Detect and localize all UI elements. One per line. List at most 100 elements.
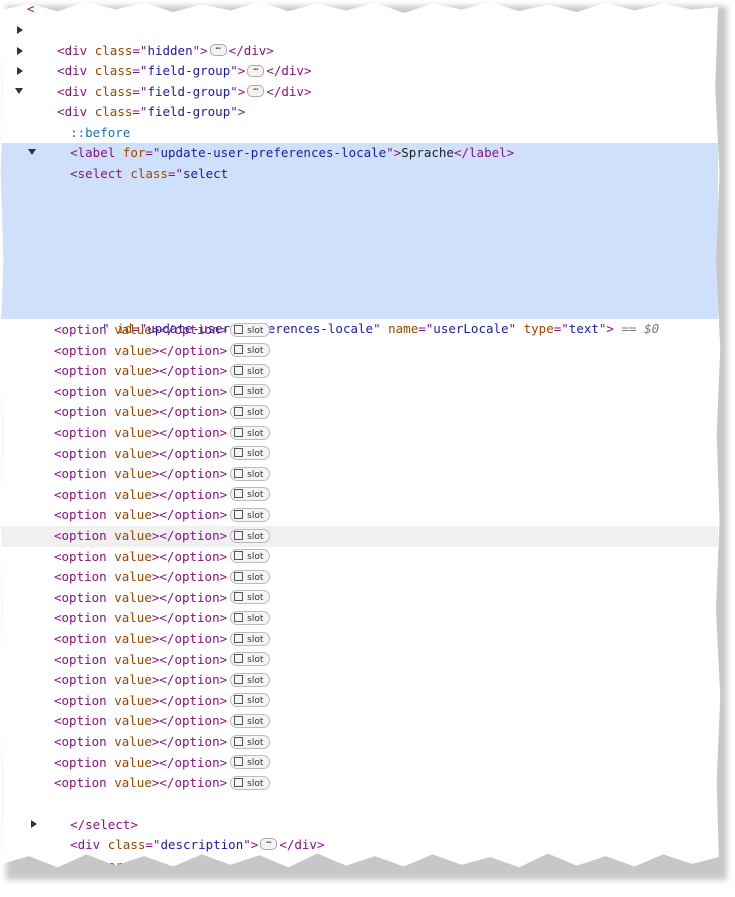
slot-badge[interactable]: slot bbox=[230, 693, 271, 708]
reveal-icon bbox=[234, 365, 244, 375]
reveal-icon bbox=[234, 715, 244, 725]
tree-line-select-attrs[interactable]: " id="update-user-preferences-locale" na… bbox=[72, 298, 720, 336]
tree-line-option[interactable]: <option value></option> slot bbox=[0, 588, 718, 609]
tree-line-option[interactable]: <option value></option> slot bbox=[0, 526, 718, 547]
slot-label: slot bbox=[247, 510, 264, 521]
reveal-icon bbox=[234, 695, 244, 705]
tree-line-option[interactable]: <option value></option> slot bbox=[0, 361, 718, 382]
reveal-icon bbox=[234, 530, 244, 540]
tree-line-option[interactable]: <option value></option> slot bbox=[0, 444, 718, 465]
slot-label: slot bbox=[247, 613, 264, 624]
reveal-icon bbox=[234, 571, 244, 581]
slot-label: slot bbox=[247, 696, 264, 707]
tree-line-option[interactable]: <option value></option> slot bbox=[0, 505, 718, 526]
slot-badge[interactable]: slot bbox=[230, 507, 271, 522]
reveal-icon bbox=[234, 736, 244, 746]
reveal-icon bbox=[234, 509, 244, 519]
reveal-icon bbox=[234, 468, 244, 478]
tree-line-option[interactable]: <option value></option> slot bbox=[0, 732, 718, 753]
slot-badge[interactable]: slot bbox=[230, 734, 271, 749]
slot-label: slot bbox=[247, 675, 264, 686]
slot-label: slot bbox=[247, 490, 264, 501]
slot-badge[interactable]: slot bbox=[230, 713, 271, 728]
slot-badge[interactable]: slot bbox=[230, 404, 271, 419]
tree-line-select-close[interactable]: </select> bbox=[40, 794, 720, 832]
tree-line-option[interactable]: <option value></option> slot bbox=[0, 320, 718, 341]
slot-label: slot bbox=[247, 716, 264, 727]
tree-line-option[interactable]: <option value></option> slot bbox=[0, 753, 718, 774]
tree-line-label[interactable]: <label for="update-user-preferences-loca… bbox=[40, 123, 720, 160]
reveal-icon bbox=[234, 489, 244, 499]
slot-label: slot bbox=[247, 593, 264, 604]
tree-line-option[interactable]: <option value></option> slot bbox=[0, 629, 718, 650]
slot-label: slot bbox=[247, 325, 264, 336]
tree-line-option[interactable]: <option value></option> slot bbox=[0, 670, 718, 691]
reveal-icon bbox=[234, 757, 244, 767]
slot-label: slot bbox=[247, 366, 264, 377]
reveal-icon bbox=[234, 654, 244, 664]
slot-badge[interactable]: slot bbox=[230, 343, 271, 358]
slot-badge[interactable]: slot bbox=[230, 569, 271, 584]
slot-badge[interactable]: slot bbox=[230, 631, 271, 646]
tree-line-option[interactable]: <option value></option> slot bbox=[0, 423, 718, 444]
reveal-icon bbox=[234, 406, 244, 416]
reveal-icon bbox=[234, 324, 244, 334]
collapse-arrow-icon[interactable] bbox=[28, 149, 36, 155]
reveal-icon bbox=[234, 674, 244, 684]
tree-line-field-group-open[interactable]: <div class="field-group"> bbox=[27, 82, 720, 119]
slot-label: slot bbox=[247, 531, 264, 542]
slot-badge[interactable]: slot bbox=[230, 610, 271, 625]
tree-line-option[interactable]: <option value></option> slot bbox=[0, 567, 718, 588]
expand-arrow-icon[interactable] bbox=[17, 67, 23, 75]
tree-line-field-group-1[interactable]: <div class="field-group"> ⋯ </div> bbox=[27, 41, 720, 78]
slot-badge[interactable]: slot bbox=[230, 322, 271, 337]
slot-badge[interactable]: slot bbox=[230, 363, 271, 378]
tree-line-field-group-2[interactable]: <div class="field-group"> ⋯ </div> bbox=[27, 61, 720, 99]
slot-label: slot bbox=[247, 449, 264, 460]
slot-badge[interactable]: slot bbox=[230, 384, 271, 399]
tree-line-option[interactable]: <option value></option> slot bbox=[0, 464, 718, 485]
slot-badge[interactable]: slot bbox=[230, 425, 271, 440]
expand-arrow-icon[interactable] bbox=[31, 820, 37, 828]
slot-label: slot bbox=[247, 428, 264, 439]
slot-badge[interactable]: slot bbox=[230, 446, 271, 461]
slot-badge[interactable]: slot bbox=[230, 466, 271, 481]
slot-badge[interactable]: slot bbox=[230, 652, 271, 667]
slot-badge[interactable]: slot bbox=[230, 487, 271, 502]
slot-badge[interactable]: slot bbox=[230, 672, 271, 687]
slot-badge[interactable]: slot bbox=[230, 590, 271, 605]
collapse-arrow-icon[interactable] bbox=[15, 88, 23, 94]
slot-label: slot bbox=[247, 572, 264, 583]
reveal-icon bbox=[234, 592, 244, 602]
tree-line-after[interactable]: ::after bbox=[40, 835, 720, 868]
tree-line-option[interactable]: <option value></option> slot bbox=[0, 382, 718, 403]
expand-arrow-icon[interactable] bbox=[17, 46, 23, 55]
tree-line-option[interactable]: <option value></option> slot bbox=[0, 773, 718, 794]
tree-line-option[interactable]: <option value></option> slot bbox=[0, 608, 718, 629]
tree-line-select-open[interactable]: <select class="select bbox=[40, 143, 720, 181]
tree-line-option[interactable]: <option value></option> slot bbox=[0, 402, 718, 423]
tree-line-option[interactable]: <option value></option> slot bbox=[0, 547, 718, 568]
expand-arrow-icon[interactable] bbox=[17, 26, 23, 34]
reveal-icon bbox=[234, 427, 244, 437]
tree-line-option[interactable]: <option value></option> slot bbox=[0, 711, 718, 732]
slot-badge[interactable]: slot bbox=[230, 549, 271, 564]
slot-label: slot bbox=[247, 758, 264, 769]
elements-tree: < <div class="hidden"> ⋯ </div> <div class… bbox=[0, 1, 721, 868]
slot-label: slot bbox=[247, 737, 264, 748]
tree-line-option[interactable]: <option value></option> slot bbox=[0, 341, 718, 362]
slot-badge[interactable]: slot bbox=[230, 755, 271, 770]
slot-badge[interactable]: slot bbox=[230, 528, 271, 543]
tree-line-before[interactable]: ::before bbox=[40, 102, 720, 140]
reveal-icon bbox=[234, 633, 244, 643]
slot-label: slot bbox=[247, 634, 264, 645]
tree-line-option[interactable]: <option value></option> slot bbox=[0, 691, 718, 712]
tree-line-option[interactable]: <option value></option> slot bbox=[0, 650, 718, 671]
slot-badge[interactable]: slot bbox=[230, 775, 271, 790]
tree-line-hidden-div[interactable]: <div class="hidden"> ⋯ </div> bbox=[27, 20, 720, 58]
slot-label: slot bbox=[247, 552, 264, 563]
slot-label: slot bbox=[247, 407, 264, 418]
tree-line-description[interactable]: <div class="description"> ⋯ </div> bbox=[40, 814, 720, 852]
slot-label: slot bbox=[247, 469, 264, 480]
tree-line-option[interactable]: <option value></option> slot bbox=[0, 485, 718, 506]
